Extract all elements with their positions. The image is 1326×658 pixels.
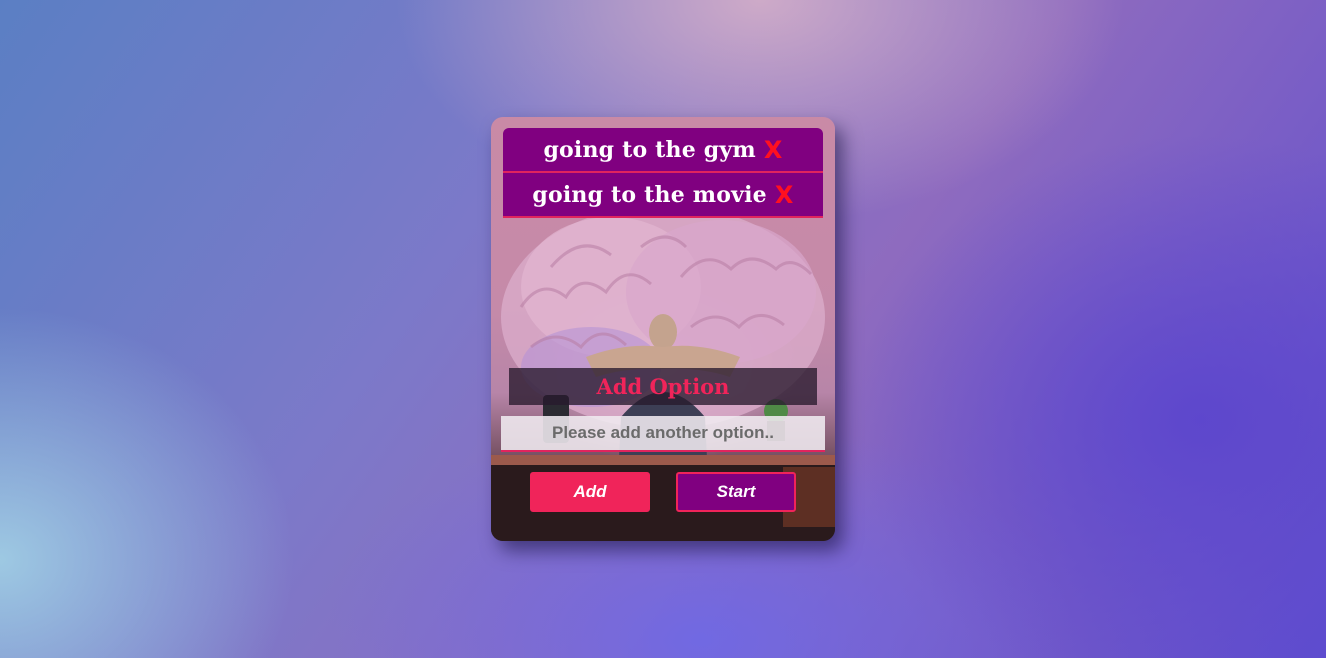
option-label: going to the gym — [543, 136, 756, 163]
new-option-input[interactable] — [501, 416, 825, 452]
remove-option-icon[interactable]: X — [764, 136, 783, 164]
option-item[interactable]: going to the gym X — [503, 128, 823, 173]
add-button[interactable]: Add — [530, 472, 650, 512]
options-list: going to the gym X going to the movie X — [503, 128, 823, 218]
start-button[interactable]: Start — [676, 472, 796, 512]
add-option-heading: Add Option — [509, 368, 817, 405]
remove-option-icon[interactable]: X — [775, 181, 794, 209]
option-label: going to the movie — [532, 181, 767, 208]
decision-card: going to the gym X going to the movie X … — [491, 117, 835, 541]
option-item[interactable]: going to the movie X — [503, 173, 823, 218]
